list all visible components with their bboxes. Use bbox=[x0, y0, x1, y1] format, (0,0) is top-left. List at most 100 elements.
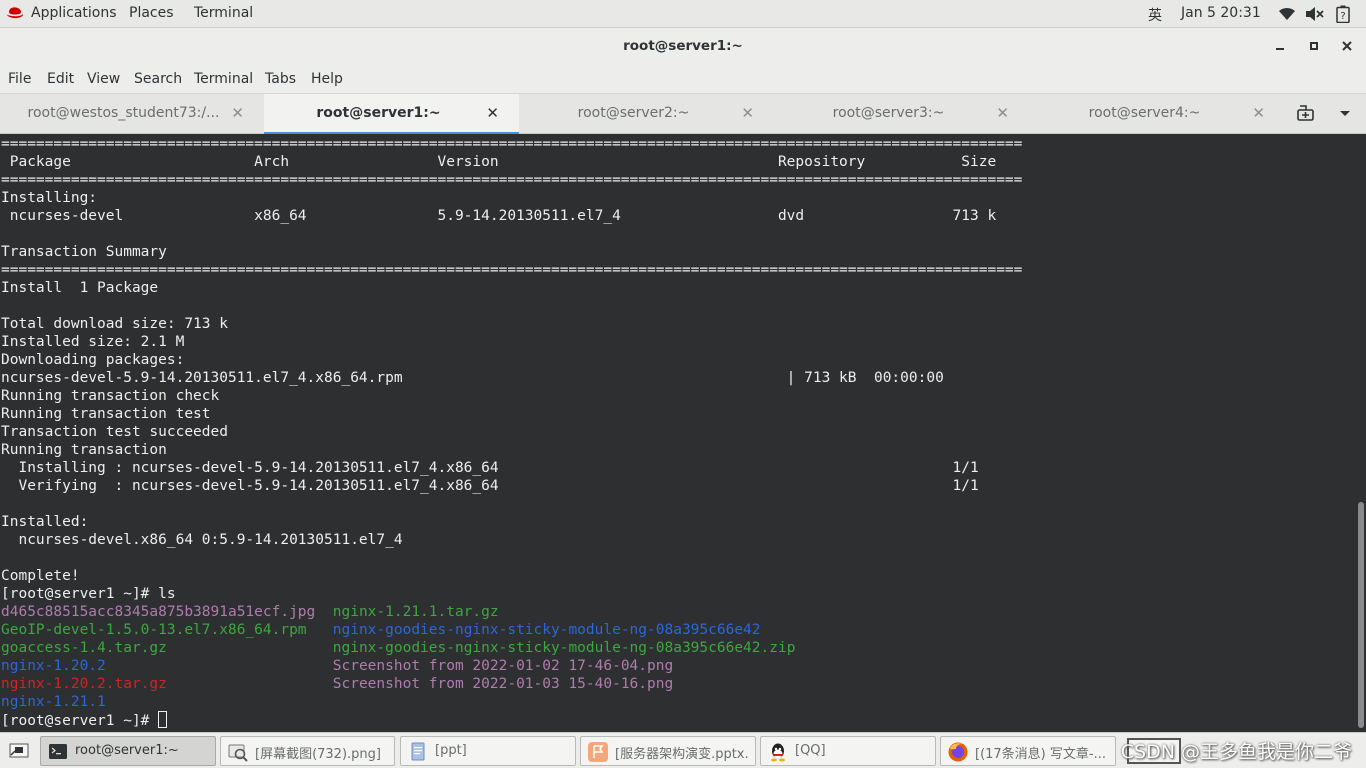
terminal-line: Verifying : ncurses-devel-5.9-14.2013051… bbox=[1, 477, 1022, 495]
terminal-segment: [root@server1 ~]# bbox=[1, 713, 159, 729]
terminal-line: Package Arch Version Repository Size bbox=[1, 153, 1022, 171]
volume-muted-icon[interactable] bbox=[1305, 6, 1325, 22]
taskbar-item-terminal[interactable]: root@server1:~ bbox=[40, 736, 216, 766]
battery-unknown-icon[interactable]: ? bbox=[1336, 5, 1350, 23]
firefox-icon bbox=[948, 742, 968, 762]
input-method-indicator[interactable]: 英 bbox=[1148, 5, 1162, 25]
tab-bar: root@westos_student73:/... ✕ root@server… bbox=[0, 93, 1366, 135]
tab-server1[interactable]: root@server1:~ ✕ bbox=[264, 94, 519, 135]
qq-icon bbox=[771, 743, 785, 762]
taskbar-item-qq[interactable]: [QQ] bbox=[760, 736, 936, 766]
tab-close-icon[interactable]: ✕ bbox=[486, 104, 499, 122]
terminal-line: Transaction Summary bbox=[1, 243, 1022, 261]
terminal-segment bbox=[167, 676, 333, 692]
maximize-icon[interactable] bbox=[1305, 37, 1323, 55]
csdn-watermark: CSDN @王多鱼我是你二爷 bbox=[1120, 741, 1352, 763]
terminal-icon bbox=[49, 744, 67, 759]
terminal-segment: Transaction Summary bbox=[1, 244, 167, 260]
terminal-line: nginx-1.20.2.tar.gz Screenshot from 2022… bbox=[1, 675, 1022, 693]
terminal-segment: Running transaction bbox=[1, 442, 167, 458]
tab-list-dropdown-icon[interactable] bbox=[1338, 109, 1352, 119]
terminal-line: ========================================… bbox=[1, 135, 1022, 153]
top-bar: Applications Places Terminal 英 Jan 5 20:… bbox=[0, 0, 1366, 28]
terminal-segment: ========================================… bbox=[1, 136, 1023, 152]
terminal-app-menu[interactable]: Terminal bbox=[194, 5, 253, 21]
terminal-line: goaccess-1.4.tar.gz nginx-goodies-nginx-… bbox=[1, 639, 1022, 657]
terminal-line: ========================================… bbox=[1, 171, 1022, 189]
new-tab-icon[interactable] bbox=[1296, 105, 1316, 123]
tab-server4[interactable]: root@server4:~ ✕ bbox=[1030, 94, 1285, 134]
svg-text:?: ? bbox=[1340, 11, 1345, 22]
taskbar-item-screenshot[interactable]: [屏幕截图(732).png] bbox=[220, 736, 395, 766]
places-menu[interactable]: Places bbox=[129, 5, 174, 21]
clock[interactable]: Jan 5 20:31 bbox=[1181, 5, 1261, 21]
menu-search[interactable]: Search bbox=[134, 71, 182, 87]
menu-tabs[interactable]: Tabs bbox=[265, 71, 296, 87]
tab-close-icon[interactable]: ✕ bbox=[231, 104, 244, 122]
document-icon bbox=[411, 742, 425, 761]
menu-edit[interactable]: Edit bbox=[47, 71, 74, 87]
window-title-bar[interactable]: root@server1:~ bbox=[0, 28, 1366, 65]
tab-label: root@server3:~ bbox=[832, 105, 945, 121]
terminal-segment: goaccess-1.4.tar.gz bbox=[1, 640, 167, 656]
terminal-line: Running transaction bbox=[1, 441, 1022, 459]
taskbar-item-pptx[interactable]: [服务器架构演变.pptx... bbox=[580, 736, 756, 766]
taskbar-item-label: [ppt] bbox=[435, 743, 467, 758]
tab-server2[interactable]: root@server2:~ ✕ bbox=[519, 94, 774, 134]
terminal-segment: [root@server1 ~]# ls bbox=[1, 586, 176, 602]
show-desktop-icon[interactable] bbox=[9, 741, 29, 759]
terminal-line: Installing: bbox=[1, 189, 1022, 207]
taskbar-item-label: [服务器架构演变.pptx... bbox=[615, 747, 749, 762]
menu-help[interactable]: Help bbox=[311, 71, 343, 87]
window-title: root@server1:~ bbox=[623, 38, 743, 54]
terminal-line: nginx-1.20.2 Screenshot from 2022-01-02 … bbox=[1, 657, 1022, 675]
terminal-segment: Installing : ncurses-devel-5.9-14.201305… bbox=[1, 460, 979, 476]
taskbar-item-label: root@server1:~ bbox=[75, 743, 179, 758]
terminal-output[interactable]: ========================================… bbox=[0, 134, 1366, 732]
applications-menu[interactable]: Applications bbox=[31, 5, 117, 21]
terminal-segment: ncurses-devel x86_64 5.9-14.20130511.el7… bbox=[1, 208, 997, 224]
tab-close-icon[interactable]: ✕ bbox=[741, 104, 754, 122]
terminal-segment bbox=[307, 622, 333, 638]
tab-server3[interactable]: root@server3:~ ✕ bbox=[774, 94, 1029, 134]
terminal-segment: Total download size: 713 k bbox=[1, 316, 228, 332]
presentation-icon bbox=[588, 742, 608, 762]
terminal-line: [root@server1 ~]# bbox=[1, 711, 1022, 729]
menu-file[interactable]: File bbox=[8, 71, 31, 87]
tab-westos-student73[interactable]: root@westos_student73:/... ✕ bbox=[9, 94, 264, 134]
terminal-cursor bbox=[158, 711, 168, 728]
tab-close-icon[interactable]: ✕ bbox=[1252, 104, 1265, 122]
terminal-scrollbar[interactable] bbox=[1358, 502, 1364, 728]
terminal-segment: Running transaction test bbox=[1, 406, 211, 422]
terminal-line: ncurses-devel.x86_64 0:5.9-14.20130511.e… bbox=[1, 531, 1022, 549]
terminal-line: Installed: bbox=[1, 513, 1022, 531]
close-window-icon[interactable] bbox=[1338, 37, 1356, 55]
terminal-segment: nginx-1.21.1.tar.gz bbox=[332, 604, 499, 620]
terminal-line: [root@server1 ~]# ls bbox=[1, 585, 1022, 603]
terminal-segment: Screenshot from 2022-01-03 15-40-16.png bbox=[332, 676, 674, 692]
image-viewer-icon bbox=[228, 744, 248, 762]
taskbar-item-label: [屏幕截图(732).png] bbox=[255, 747, 381, 762]
terminal-segment: ncurses-devel.x86_64 0:5.9-14.20130511.e… bbox=[1, 532, 403, 548]
terminal-line: Complete! bbox=[1, 567, 1022, 585]
terminal-line: ncurses-devel-5.9-14.20130511.el7_4.x86_… bbox=[1, 369, 1022, 387]
minimize-icon[interactable] bbox=[1271, 37, 1289, 55]
terminal-segment: GeoIP-devel-1.5.0-13.el7.x86_64.rpm bbox=[1, 622, 307, 638]
taskbar-item-label: [QQ] bbox=[795, 743, 826, 758]
taskbar-item-firefox[interactable]: [(17条消息) 写文章-... bbox=[940, 736, 1116, 766]
tab-label: root@server2:~ bbox=[577, 105, 690, 121]
tab-close-icon[interactable]: ✕ bbox=[996, 104, 1009, 122]
terminal-segment: Verifying : ncurses-devel-5.9-14.2013051… bbox=[1, 478, 979, 494]
terminal-segment: nginx-1.20.2.tar.gz bbox=[1, 676, 167, 692]
tab-label: root@westos_student73:/... bbox=[27, 105, 220, 121]
wifi-icon[interactable] bbox=[1278, 7, 1296, 21]
menu-view[interactable]: View bbox=[87, 71, 120, 87]
terminal-segment bbox=[106, 658, 333, 674]
taskbar-item-ppt-folder[interactable]: [ppt] bbox=[400, 736, 576, 766]
terminal-segment: nginx-goodies-nginx-sticky-module-ng-08a… bbox=[332, 622, 761, 638]
menu-terminal[interactable]: Terminal bbox=[194, 71, 253, 87]
terminal-segment: Installed size: 2.1 M bbox=[1, 334, 185, 350]
